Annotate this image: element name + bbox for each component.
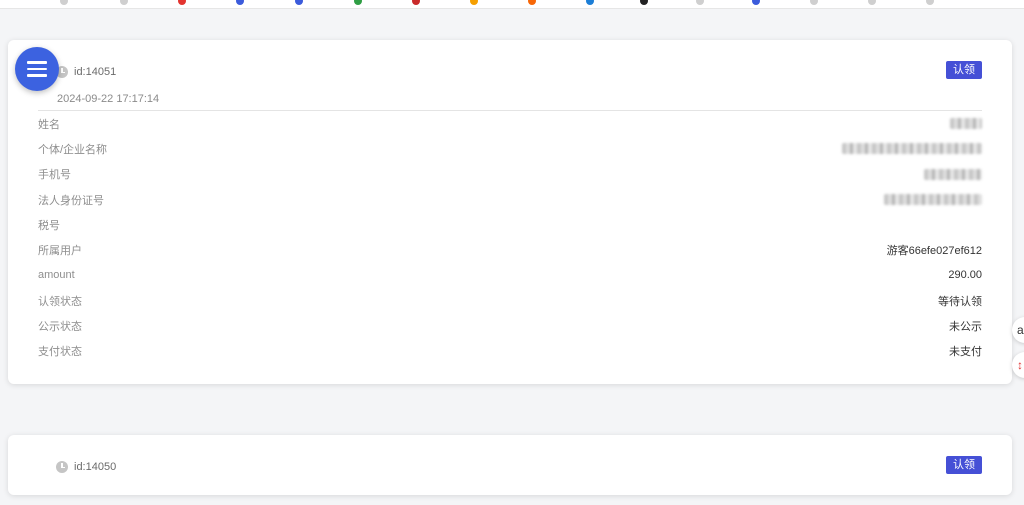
- bookmark-icon[interactable]: [868, 0, 876, 5]
- bookmark-icon[interactable]: [528, 0, 536, 5]
- bookmark-icon[interactable]: [60, 0, 68, 5]
- record-id: id:14050: [74, 461, 117, 473]
- bookmark-icon[interactable]: [810, 0, 818, 5]
- bookmark-icon[interactable]: [412, 0, 420, 5]
- record-id: id:14051: [74, 66, 117, 78]
- bookmark-icon[interactable]: [236, 0, 244, 5]
- field-row: 法人身份证号: [38, 187, 982, 212]
- field-row: 姓名: [38, 111, 982, 136]
- field-label: 税号: [38, 219, 60, 232]
- bookmark-icon[interactable]: [295, 0, 303, 5]
- clock-icon: [56, 461, 68, 473]
- hamburger-menu-icon[interactable]: [15, 47, 59, 91]
- record-fields: 姓名 个体/企业名称 手机号 法人身份证号 税号 所属用户 游客66efe027…: [38, 111, 982, 364]
- field-row: 个体/企业名称: [38, 136, 982, 161]
- card-header: id:14050 认领: [38, 435, 982, 505]
- bookmark-icon[interactable]: [470, 0, 478, 5]
- redacted-value: [924, 168, 982, 180]
- field-value: 290.00: [948, 269, 982, 282]
- claim-button[interactable]: 认领: [946, 61, 982, 79]
- field-value: 未公示: [949, 321, 982, 334]
- field-row: 认领状态 等待认领: [38, 288, 982, 313]
- bookmark-icon[interactable]: [178, 0, 186, 5]
- card-header: id:14051 2024-09-22 17:17:14 认领: [38, 40, 982, 111]
- field-label: 个体/企业名称: [38, 143, 108, 156]
- field-row: 公示状态 未公示: [38, 313, 982, 338]
- field-label: 姓名: [38, 118, 60, 131]
- field-row: amount 290.00: [38, 263, 982, 288]
- field-row: 税号: [38, 212, 982, 237]
- record-datetime: 2024-09-22 17:17:14: [57, 93, 160, 105]
- bookmark-icon[interactable]: [640, 0, 648, 5]
- bookmark-icon[interactable]: [926, 0, 934, 5]
- field-row: 所属用户 游客66efe027ef612: [38, 237, 982, 262]
- partial-red-icon[interactable]: ↕: [1012, 352, 1024, 378]
- field-label: 法人身份证号: [38, 194, 104, 207]
- partial-icon[interactable]: a: [1012, 317, 1024, 343]
- field-label: 所属用户: [38, 245, 82, 258]
- record-card: id:14051 2024-09-22 17:17:14 认领 姓名 个体/企业…: [8, 40, 1012, 384]
- field-row: 手机号: [38, 162, 982, 187]
- redacted-value: [884, 194, 982, 206]
- field-label: 公示状态: [38, 321, 82, 334]
- field-value: 游客66efe027ef612: [886, 245, 982, 258]
- field-value: 未支付: [949, 346, 982, 359]
- bookmark-icon[interactable]: [120, 0, 128, 5]
- record-card: id:14050 认领: [8, 435, 1012, 495]
- bookmarks-bar: [0, 0, 1024, 9]
- bookmark-icon[interactable]: [752, 0, 760, 5]
- redacted-value: [842, 143, 982, 155]
- bookmark-icon[interactable]: [586, 0, 594, 5]
- field-label: amount: [38, 269, 75, 282]
- bookmark-icon[interactable]: [354, 0, 362, 5]
- field-label: 支付状态: [38, 346, 82, 359]
- bookmark-icon[interactable]: [696, 0, 704, 5]
- field-label: 认领状态: [38, 295, 82, 308]
- claim-button[interactable]: 认领: [946, 456, 982, 474]
- field-value: 等待认领: [938, 295, 982, 308]
- field-row: 支付状态 未支付: [38, 339, 982, 364]
- redacted-value: [950, 118, 982, 130]
- field-label: 手机号: [38, 169, 71, 182]
